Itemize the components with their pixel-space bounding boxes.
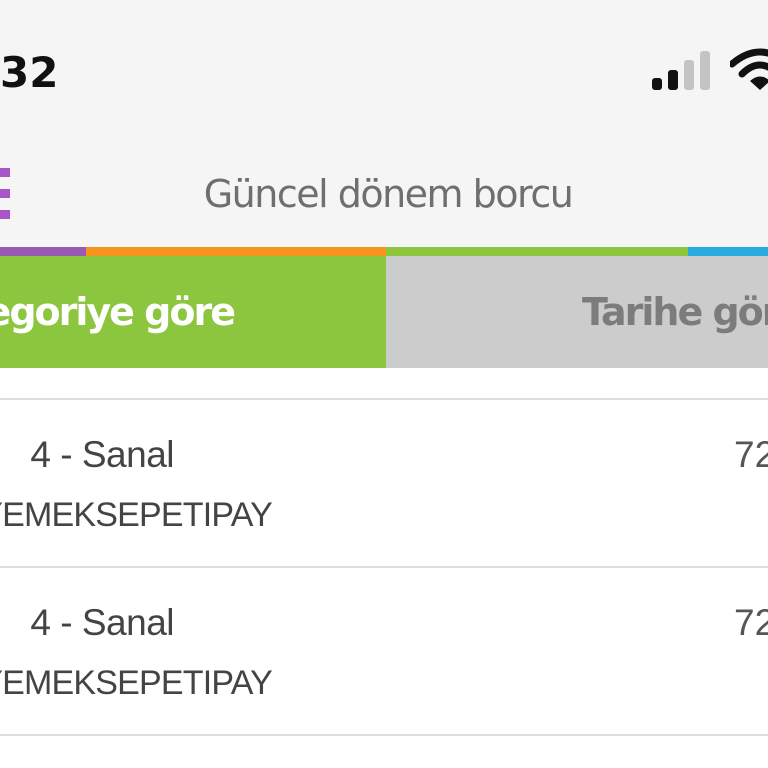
tab-by-category[interactable]: Kategoriye göre xyxy=(0,256,386,368)
transaction-list: 4 - Sanal YEMEKSEPETIPAY 72 4 - Sanal YE… xyxy=(0,398,768,736)
transaction-row[interactable]: 4 - Sanal YEMEKSEPETIPAY 72 xyxy=(0,568,768,734)
tab-by-date[interactable]: Tarihe göre xyxy=(386,256,768,368)
page-title: Güncel dönem borcu xyxy=(203,172,574,216)
color-strip xyxy=(0,247,768,256)
status-time: 32 xyxy=(0,48,59,97)
transaction-type: 4 - Sanal xyxy=(30,602,174,643)
tab-bar: Kategoriye göre Tarihe göre xyxy=(0,256,768,368)
transaction-row[interactable]: 4 - Sanal YEMEKSEPETIPAY 72 xyxy=(0,400,768,566)
divider xyxy=(0,734,768,736)
transaction-amount: 72 xyxy=(734,602,768,643)
strip-segment-purple xyxy=(0,247,86,256)
strip-segment-blue xyxy=(688,247,768,256)
strip-segment-green xyxy=(386,247,688,256)
wifi-icon xyxy=(730,48,768,90)
transaction-type: 4 - Sanal xyxy=(30,434,174,475)
tab-by-date-label: Tarihe göre xyxy=(582,290,768,334)
status-bar: 32 xyxy=(0,0,768,140)
cellular-signal-icon xyxy=(652,51,710,90)
transaction-amount: 72 xyxy=(734,434,768,475)
transaction-merchant: YEMEKSEPETIPAY xyxy=(0,496,273,534)
transaction-merchant: YEMEKSEPETIPAY xyxy=(0,664,273,702)
tab-by-category-label: Kategoriye göre xyxy=(0,290,236,334)
strip-segment-orange xyxy=(86,247,386,256)
